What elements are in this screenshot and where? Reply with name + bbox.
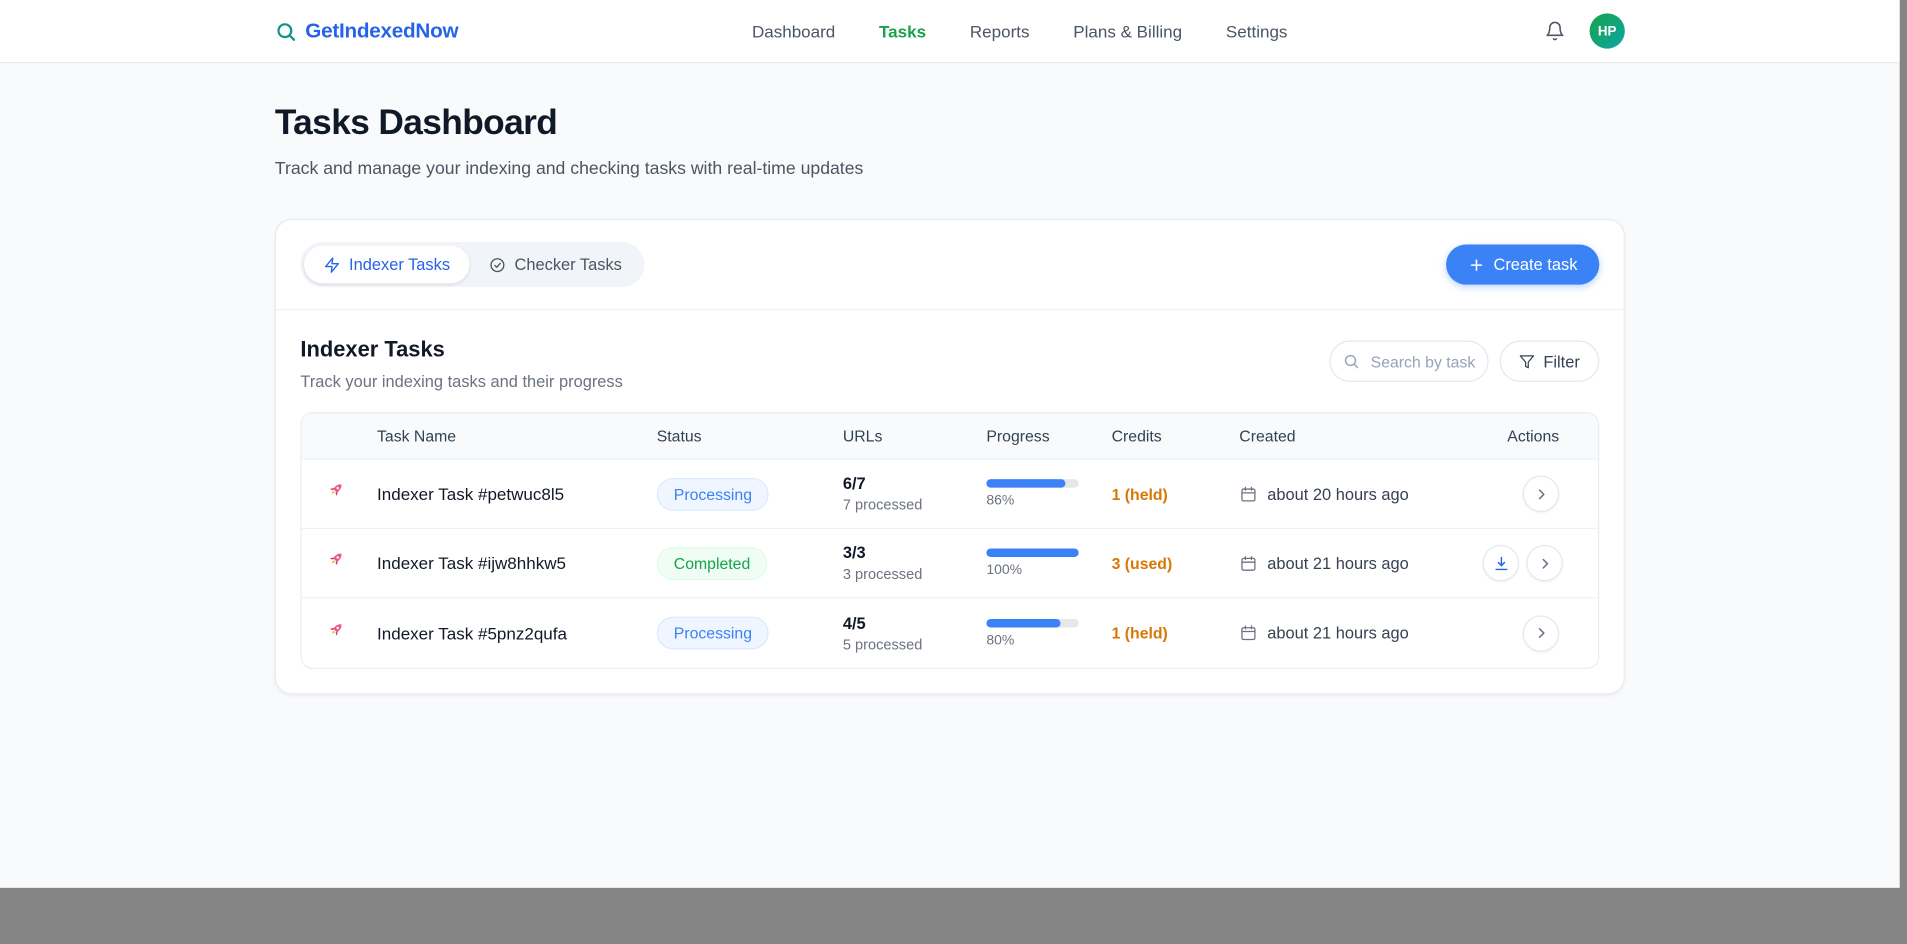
task-name: Indexer Task #5pnz2qufa [367, 623, 656, 642]
section-header: Indexer Tasks Track your indexing tasks … [276, 310, 1624, 412]
rocket-icon [324, 620, 345, 647]
column-header-task-name: Task Name [302, 427, 657, 445]
urls-processed: 7 processed [843, 496, 987, 513]
chevron-right-icon [1532, 624, 1550, 642]
column-header-progress: Progress [986, 427, 1111, 445]
notifications-bell-icon[interactable] [1545, 21, 1566, 42]
created-time: about 21 hours ago [1267, 624, 1409, 642]
check-circle-icon [489, 256, 506, 273]
task-type-tabs: Indexer Tasks Checker Tasks [300, 242, 645, 287]
chevron-right-icon [1532, 485, 1550, 503]
credits-value: 1 (held) [1112, 485, 1240, 503]
search-box [1329, 341, 1488, 382]
created-time: about 20 hours ago [1267, 485, 1409, 503]
rocket-icon [324, 550, 345, 577]
view-task-button[interactable] [1523, 476, 1559, 512]
task-name: Indexer Task #ijw8hhkw5 [367, 553, 656, 572]
tab-checker-tasks[interactable]: Checker Tasks [470, 246, 642, 284]
tab-indexer-label: Indexer Tasks [349, 255, 450, 273]
urls-count: 3/3 [843, 544, 987, 562]
main-content: Tasks Dashboard Track and manage your in… [275, 63, 1625, 694]
column-header-status: Status [657, 427, 843, 445]
zap-icon [324, 256, 341, 273]
created-time: about 21 hours ago [1267, 554, 1409, 572]
urls-processed: 3 processed [843, 566, 987, 583]
app-window: GetIndexedNow Dashboard Tasks Reports Plans… [0, 0, 1900, 888]
create-task-label: Create task [1493, 255, 1577, 273]
table-header: Task NameStatusURLsProgressCreditsCreate… [302, 414, 1598, 460]
status-badge: Processing [657, 617, 769, 650]
calendar-icon [1239, 624, 1257, 642]
tasks-table: Task NameStatusURLsProgressCreditsCreate… [300, 412, 1599, 669]
credits-value: 1 (held) [1112, 624, 1240, 642]
section-subtitle: Track your indexing tasks and their prog… [300, 372, 622, 390]
nav-item-plans-billing[interactable]: Plans & Billing [1073, 21, 1182, 40]
create-task-button[interactable]: Create task [1446, 244, 1599, 284]
page-title: Tasks Dashboard [275, 103, 1625, 143]
nav-item-settings[interactable]: Settings [1226, 21, 1288, 40]
nav-item-dashboard[interactable]: Dashboard [752, 21, 835, 40]
section-title: Indexer Tasks [300, 337, 622, 363]
urls-count: 6/7 [843, 474, 987, 492]
card-toolbar: Indexer Tasks Checker Tasks [276, 220, 1624, 310]
avatar[interactable]: HP [1590, 13, 1625, 48]
urls-processed: 5 processed [843, 635, 987, 652]
progress-label: 100% [986, 563, 1111, 578]
urls-count: 4/5 [843, 614, 987, 632]
progress-label: 86% [986, 494, 1111, 509]
column-header-actions: Actions [1483, 427, 1599, 445]
table-row: Indexer Task #5pnz2qufa Processing 4/5 5… [302, 598, 1598, 667]
status-badge: Completed [657, 547, 768, 580]
search-icon [1343, 353, 1360, 370]
tab-checker-label: Checker Tasks [515, 255, 622, 273]
progress-bar [986, 479, 1078, 488]
nav-item-tasks[interactable]: Tasks [879, 21, 926, 40]
chevron-right-icon [1535, 554, 1553, 572]
view-task-button[interactable] [1523, 615, 1559, 651]
tab-indexer-tasks[interactable]: Indexer Tasks [304, 246, 469, 284]
filter-icon [1519, 353, 1535, 369]
brand-logo[interactable]: GetIndexedNow [275, 19, 458, 43]
task-name: Indexer Task #petwuc8l5 [367, 484, 656, 503]
nav-links: Dashboard Tasks Reports Plans & Billing Sett… [715, 21, 1287, 40]
download-button[interactable] [1483, 545, 1519, 581]
calendar-icon [1239, 554, 1257, 572]
table-body: Indexer Task #petwuc8l5 Processing 6/7 7… [302, 460, 1598, 668]
filter-label: Filter [1543, 352, 1579, 370]
top-navbar: GetIndexedNow Dashboard Tasks Reports Plans… [0, 0, 1900, 63]
nav-item-reports[interactable]: Reports [970, 21, 1030, 40]
page-subtitle: Track and manage your indexing and check… [275, 159, 1625, 178]
section-actions: Filter [1329, 341, 1599, 382]
progress-bar [986, 618, 1078, 627]
column-header-credits: Credits [1112, 427, 1240, 445]
progress-label: 80% [986, 633, 1111, 648]
brand-search-icon [275, 20, 297, 42]
view-task-button[interactable] [1526, 545, 1562, 581]
column-header-created: Created [1239, 427, 1482, 445]
tasks-card: Indexer Tasks Checker Tasks [275, 219, 1625, 695]
credits-value: 3 (used) [1112, 554, 1240, 572]
calendar-icon [1239, 485, 1257, 503]
filter-button[interactable]: Filter [1500, 341, 1600, 382]
rocket-icon [324, 480, 345, 507]
table-row: Indexer Task #ijw8hhkw5 Completed 3/3 3 … [302, 529, 1598, 598]
nav-right-group: HP [1545, 13, 1625, 48]
column-header-urls: URLs [843, 427, 987, 445]
table-row: Indexer Task #petwuc8l5 Processing 6/7 7… [302, 460, 1598, 529]
brand-name: GetIndexedNow [305, 19, 458, 43]
plus-icon [1468, 256, 1485, 273]
progress-bar [986, 549, 1078, 558]
status-badge: Processing [657, 477, 769, 510]
